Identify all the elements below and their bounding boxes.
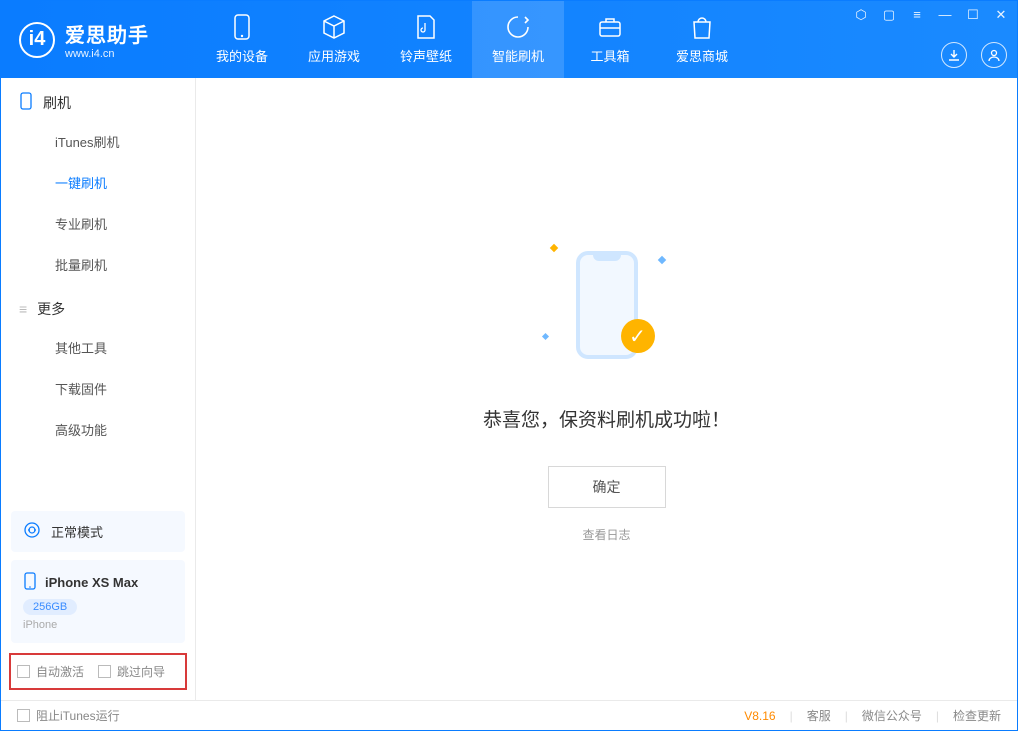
sidebar-item-batch-flash[interactable]: 批量刷机 <box>1 244 195 285</box>
phone-icon <box>229 14 255 40</box>
device-card[interactable]: iPhone XS Max 256GB iPhone <box>11 560 185 643</box>
sync-icon <box>23 521 41 542</box>
section-label: 更多 <box>37 299 65 319</box>
sidebar-item-other-tools[interactable]: 其他工具 <box>1 327 195 368</box>
cube-icon <box>321 14 347 40</box>
block-itunes-checkbox[interactable]: 阻止iTunes运行 <box>17 707 120 724</box>
checkbox-icon <box>98 665 111 678</box>
app-title: 爱思助手 <box>65 19 149 48</box>
tab-label: 应用游戏 <box>308 46 360 65</box>
success-message: 恭喜您，保资料刷机成功啦！ <box>483 405 730 432</box>
device-mode-label: 正常模式 <box>51 522 103 541</box>
sidebar-item-pro-flash[interactable]: 专业刷机 <box>1 203 195 244</box>
tab-label: 工具箱 <box>590 46 629 65</box>
sidebar-section-flash: 刷机 <box>1 78 195 121</box>
checkbox-icon <box>17 709 30 722</box>
tab-label: 我的设备 <box>216 46 268 65</box>
shopping-bag-icon <box>689 14 715 40</box>
device-phone-icon <box>23 572 37 593</box>
wechat-link[interactable]: 微信公众号 <box>862 707 922 724</box>
version-label: V8.16 <box>744 709 775 723</box>
checkbox-label: 阻止iTunes运行 <box>36 707 120 724</box>
device-name-label: iPhone XS Max <box>45 575 138 590</box>
user-button[interactable] <box>981 42 1007 68</box>
header-actions <box>941 42 1007 68</box>
auto-activate-checkbox[interactable]: 自动激活 <box>17 663 84 680</box>
skip-guide-checkbox[interactable]: 跳过向导 <box>98 663 165 680</box>
logo-area: i4 爱思助手 www.i4.cn <box>1 1 196 78</box>
flash-options-highlight: 自动激活 跳过向导 <box>9 653 187 690</box>
main-content: ✓ 恭喜您，保资料刷机成功啦！ 确定 查看日志 <box>196 78 1017 700</box>
tab-store[interactable]: 爱思商城 <box>656 1 748 78</box>
device-type-label: iPhone <box>23 619 173 631</box>
sidebar-section-more: ≡ 更多 <box>1 285 195 327</box>
sidebar-item-oneclick-flash[interactable]: 一键刷机 <box>1 162 195 203</box>
sidebar-item-download-firmware[interactable]: 下载固件 <box>1 368 195 409</box>
window-controls: ⬡ ▢ ≡ — ☐ ✕ <box>853 7 1009 23</box>
device-capacity-badge: 256GB <box>23 599 77 615</box>
close-icon[interactable]: ✕ <box>993 7 1009 23</box>
tab-label: 爱思商城 <box>676 46 728 65</box>
sidebar-item-advanced[interactable]: 高级功能 <box>1 409 195 450</box>
app-logo-icon: i4 <box>19 22 55 58</box>
list-icon: ≡ <box>19 301 27 317</box>
settings-icon[interactable]: ▢ <box>881 7 897 23</box>
refresh-shield-icon <box>505 14 531 40</box>
tab-label: 智能刷机 <box>492 46 544 65</box>
support-link[interactable]: 客服 <box>807 707 831 724</box>
tab-toolbox[interactable]: 工具箱 <box>564 1 656 78</box>
sidebar-item-itunes-flash[interactable]: iTunes刷机 <box>1 121 195 162</box>
tab-apps[interactable]: 应用游戏 <box>288 1 380 78</box>
menu-icon[interactable]: ≡ <box>909 7 925 23</box>
titlebar: i4 爱思助手 www.i4.cn 我的设备 应用游戏 铃声壁纸 智能刷机 工具… <box>1 1 1017 78</box>
check-update-link[interactable]: 检查更新 <box>953 707 1001 724</box>
checkbox-label: 自动激活 <box>36 663 84 680</box>
checkbox-icon <box>17 665 30 678</box>
device-mode-card[interactable]: 正常模式 <box>11 511 185 552</box>
tab-flash[interactable]: 智能刷机 <box>472 1 564 78</box>
minimize-icon[interactable]: — <box>937 7 953 23</box>
sidebar: 刷机 iTunes刷机 一键刷机 专业刷机 批量刷机 ≡ 更多 其他工具 下载固… <box>1 78 196 700</box>
phone-outline-icon <box>19 92 33 113</box>
view-log-link[interactable]: 查看日志 <box>582 526 630 543</box>
statusbar: 阻止iTunes运行 V8.16 | 客服 | 微信公众号 | 检查更新 <box>1 700 1017 730</box>
success-illustration: ✓ <box>537 235 677 375</box>
app-subtitle: www.i4.cn <box>65 48 149 60</box>
tab-ringtone[interactable]: 铃声壁纸 <box>380 1 472 78</box>
maximize-icon[interactable]: ☐ <box>965 7 981 23</box>
tab-label: 铃声壁纸 <box>400 46 452 65</box>
tab-my-device[interactable]: 我的设备 <box>196 1 288 78</box>
nav-tabs: 我的设备 应用游戏 铃声壁纸 智能刷机 工具箱 爱思商城 <box>196 1 748 78</box>
download-button[interactable] <box>941 42 967 68</box>
section-label: 刷机 <box>43 93 71 113</box>
check-badge-icon: ✓ <box>621 319 655 353</box>
shirt-icon[interactable]: ⬡ <box>853 7 869 23</box>
checkbox-label: 跳过向导 <box>117 663 165 680</box>
briefcase-icon <box>597 14 623 40</box>
music-file-icon <box>413 14 439 40</box>
ok-button[interactable]: 确定 <box>548 466 666 508</box>
